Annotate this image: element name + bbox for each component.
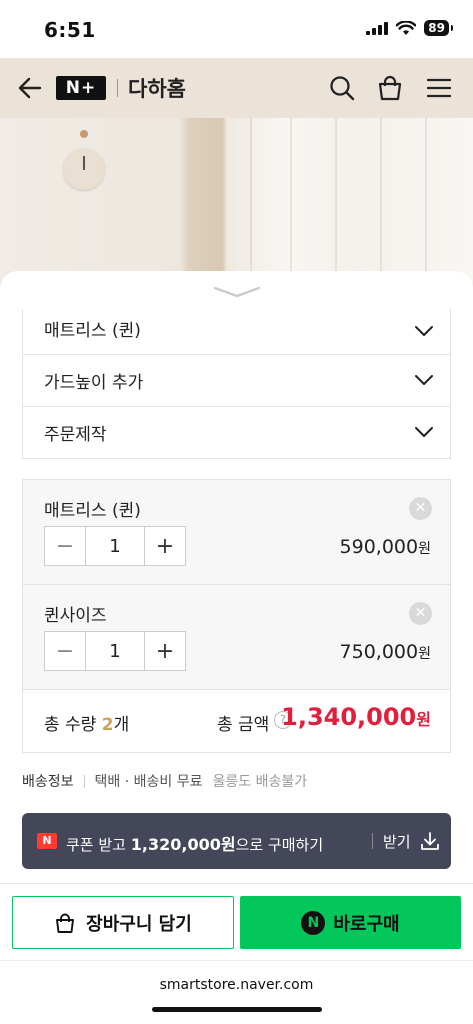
selected-item: 퀸사이즈 ✕ − 1 + 750,000원 bbox=[23, 585, 450, 690]
increase-button[interactable]: + bbox=[145, 527, 185, 565]
shopping-bag-icon[interactable] bbox=[376, 74, 404, 102]
header-divider bbox=[117, 79, 118, 97]
option-dropdown[interactable]: 가드높이 추가 bbox=[23, 354, 450, 406]
remove-item-button[interactable]: ✕ bbox=[409, 497, 432, 520]
status-time: 6:51 bbox=[44, 18, 96, 42]
decrease-button[interactable]: − bbox=[45, 632, 85, 670]
back-button[interactable] bbox=[16, 74, 44, 102]
naver-pay-icon: N bbox=[301, 910, 326, 935]
browser-url-bar[interactable]: smartstore.naver.com bbox=[0, 960, 473, 1024]
shipping-label: 배송정보 bbox=[22, 774, 74, 790]
total-summary: 총 수량 2개 총 금액 ? 1,340,000원 bbox=[23, 690, 450, 752]
shipping-note: 울릉도 배송불가 bbox=[212, 774, 308, 790]
naver-badge-icon: N bbox=[37, 833, 57, 849]
option-label: 매트리스 (퀸) bbox=[44, 321, 141, 341]
home-indicator bbox=[152, 1007, 322, 1012]
sheet-collapse-icon[interactable] bbox=[212, 285, 262, 299]
increase-button[interactable]: + bbox=[145, 632, 185, 670]
shipping-info: 배송정보 택배 · 배송비 무료 울릉도 배송불가 bbox=[22, 771, 307, 791]
buy-now-label: 바로구매 bbox=[333, 913, 400, 935]
status-bar: 6:51 89 bbox=[0, 0, 473, 58]
item-price: 750,000원 bbox=[339, 641, 431, 663]
divider bbox=[0, 883, 473, 884]
total-amount-label: 총 금액 bbox=[217, 715, 270, 735]
shopping-bag-icon bbox=[56, 913, 75, 933]
quantity-stepper: − 1 + bbox=[44, 631, 186, 671]
quantity-stepper: − 1 + bbox=[44, 526, 186, 566]
signal-icon bbox=[366, 21, 389, 35]
shipping-method: 택배 · 배송비 무료 bbox=[94, 774, 203, 790]
app-header: N+ 다하홈 bbox=[0, 58, 473, 118]
option-label: 가드높이 추가 bbox=[44, 373, 144, 393]
option-dropdown[interactable]: 주문제작 bbox=[23, 406, 450, 458]
wall-peg bbox=[80, 130, 88, 138]
selected-item-name: 매트리스 (퀸) bbox=[44, 501, 141, 521]
store-name[interactable]: 다하홈 bbox=[128, 73, 186, 103]
selected-item-name: 퀸사이즈 bbox=[44, 606, 107, 626]
total-amount: 1,340,000원 bbox=[281, 703, 431, 731]
hamburger-menu-icon[interactable] bbox=[425, 74, 453, 102]
coupon-banner[interactable]: N 쿠폰 받고 1,320,000원으로 구매하기 받기 bbox=[22, 813, 451, 869]
url-text: smartstore.naver.com bbox=[159, 977, 314, 993]
option-dropdown[interactable]: 매트리스 (퀸) bbox=[23, 309, 450, 354]
quantity-input[interactable]: 1 bbox=[85, 527, 145, 565]
battery-icon: 89 bbox=[424, 20, 453, 36]
total-quantity: 총 수량 2개 bbox=[44, 715, 130, 735]
wall-clock bbox=[63, 148, 105, 190]
coupon-receive-button[interactable]: 받기 bbox=[383, 831, 411, 852]
naver-plus-logo[interactable]: N+ bbox=[56, 76, 106, 100]
download-icon[interactable] bbox=[420, 831, 440, 851]
coupon-text: 쿠폰 받고 1,320,000원으로 구매하기 bbox=[66, 835, 324, 854]
remove-item-button[interactable]: ✕ bbox=[409, 602, 432, 625]
divider bbox=[83, 774, 85, 788]
selected-options: 매트리스 (퀸) ✕ − 1 + 590,000원 퀸사이즈 ✕ − 1 + 7… bbox=[22, 479, 451, 753]
quantity-input[interactable]: 1 bbox=[85, 632, 145, 670]
option-sheet: 매트리스 (퀸) 가드높이 추가 주문제작 매트리스 (퀸) ✕ − 1 + 5… bbox=[0, 271, 473, 1024]
wifi-icon bbox=[396, 20, 417, 35]
divider bbox=[372, 833, 373, 849]
status-icons: 89 bbox=[366, 20, 453, 36]
decrease-button[interactable]: − bbox=[45, 527, 85, 565]
item-price: 590,000원 bbox=[339, 536, 431, 558]
chevron-down-icon bbox=[415, 325, 433, 336]
chevron-down-icon bbox=[415, 426, 433, 437]
search-icon[interactable] bbox=[328, 74, 356, 102]
add-to-cart-button[interactable]: 장바구니 담기 bbox=[12, 896, 234, 949]
option-list: 매트리스 (퀸) 가드높이 추가 주문제작 bbox=[22, 309, 451, 459]
buy-now-button[interactable]: N 바로구매 bbox=[240, 896, 461, 949]
option-label: 주문제작 bbox=[44, 425, 107, 445]
chevron-down-icon bbox=[415, 374, 433, 385]
selected-item: 매트리스 (퀸) ✕ − 1 + 590,000원 bbox=[23, 480, 450, 585]
add-to-cart-label: 장바구니 담기 bbox=[86, 913, 192, 935]
